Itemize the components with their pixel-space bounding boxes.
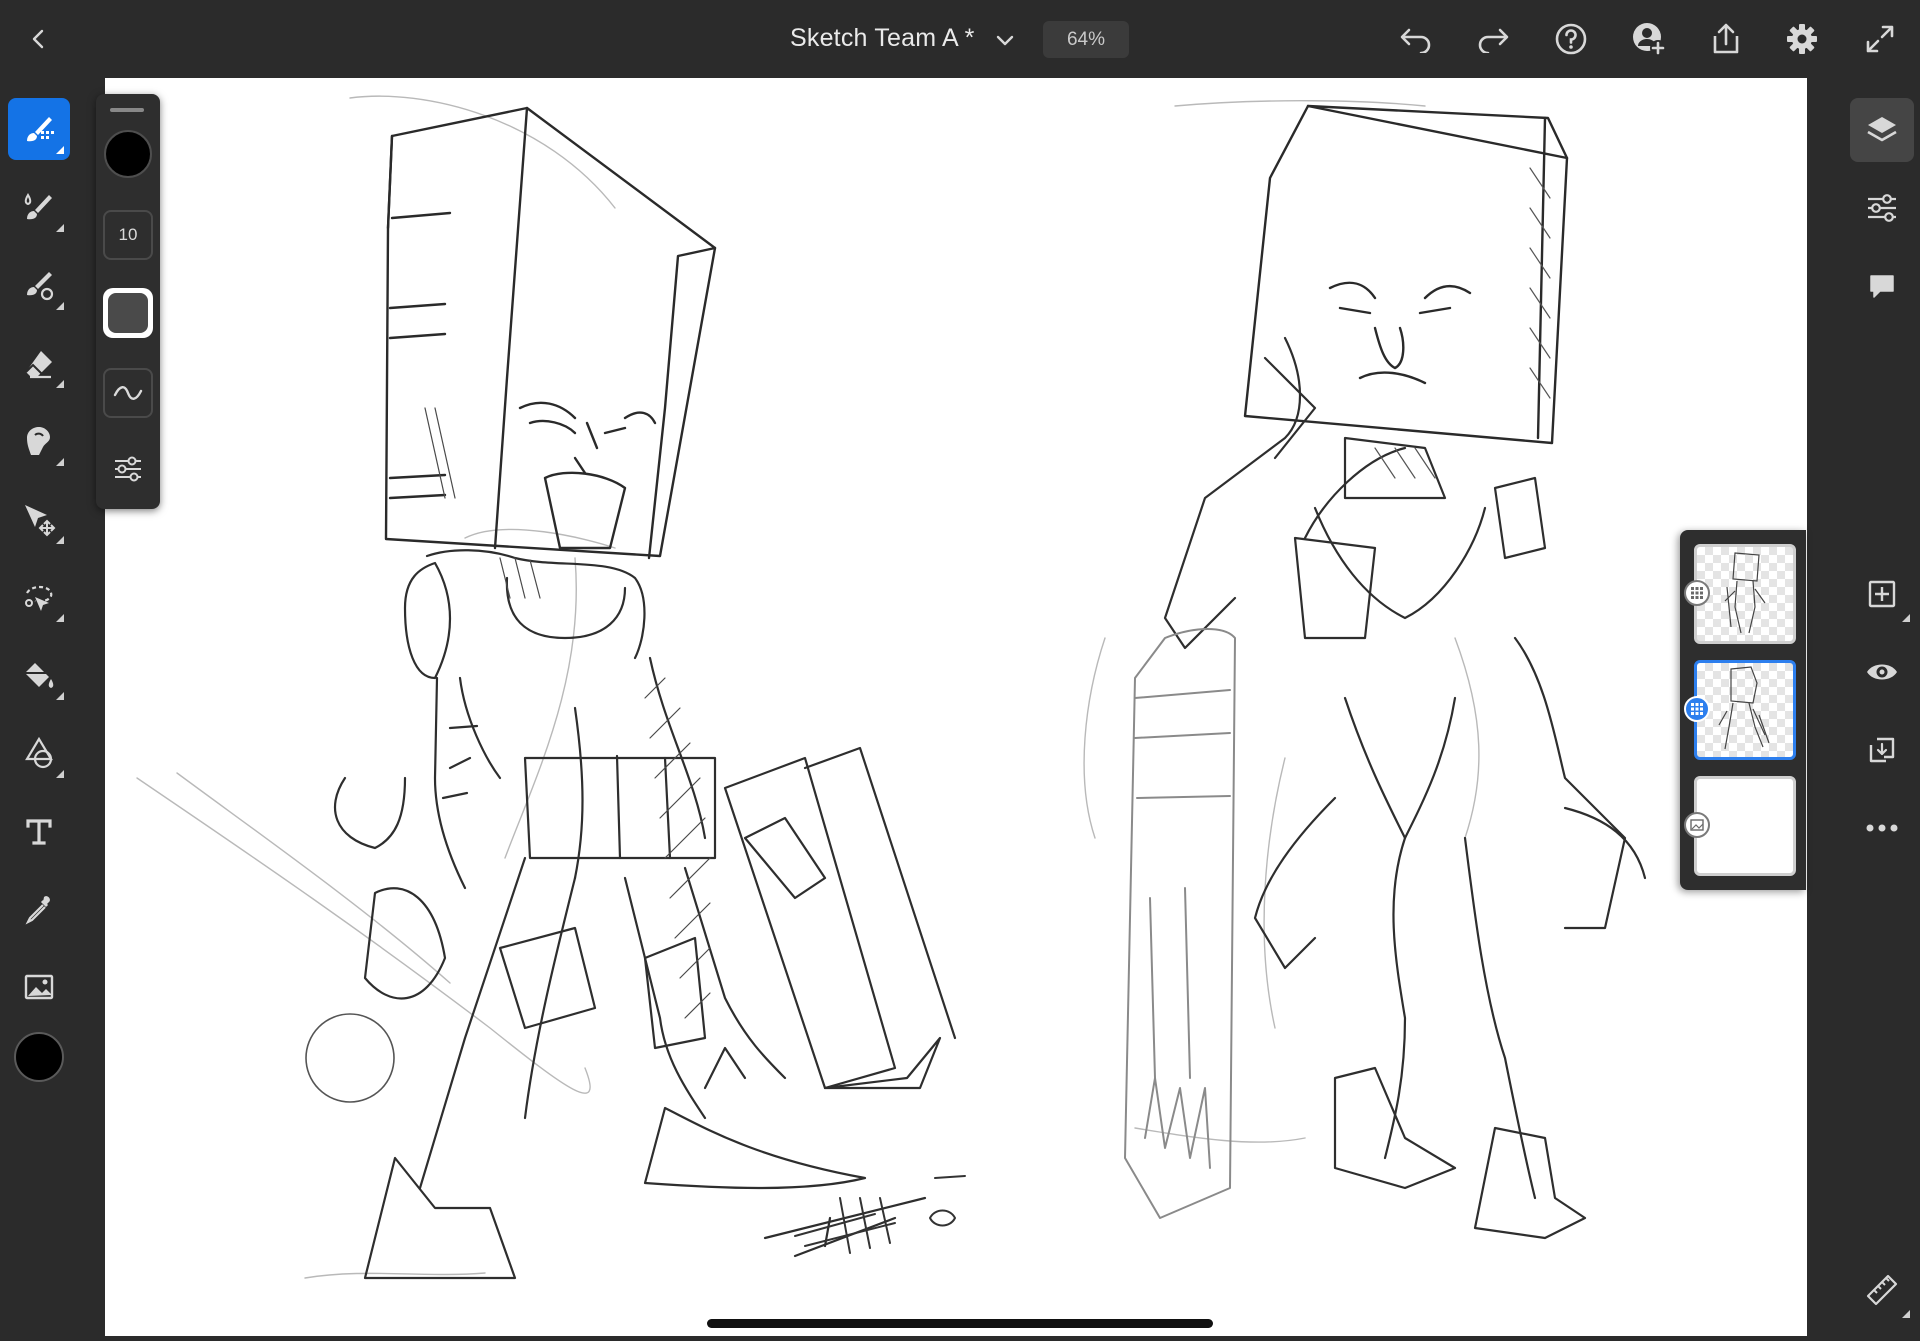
current-color-swatch[interactable] [14, 1032, 64, 1082]
text-icon [26, 819, 52, 845]
gear-icon [1787, 24, 1817, 54]
comments-button[interactable] [1850, 254, 1914, 318]
live-brush-icon [24, 193, 52, 220]
left-character-head [384, 106, 717, 560]
mixer-brush-icon [27, 272, 54, 301]
eye-icon [1867, 664, 1897, 680]
ruler-button[interactable] [1850, 1258, 1914, 1322]
fill-tool[interactable] [8, 644, 70, 706]
redo-icon [1478, 28, 1509, 53]
chevron-left-icon [32, 29, 44, 49]
eyedropper-icon [25, 896, 50, 925]
eraser-icon [25, 351, 52, 379]
place-image-tool[interactable] [8, 956, 70, 1018]
flow-preview [108, 293, 148, 333]
left-construction-lines [136, 95, 616, 1279]
mixer-brush-tool[interactable] [8, 254, 70, 316]
move-icon [25, 505, 56, 537]
redo-button[interactable] [1474, 20, 1512, 58]
pixel-layer-icon [1691, 587, 1703, 599]
fresco-app: Sketch Team A * 64% 10 [0, 0, 1920, 1341]
layer-2-type-badge [1684, 696, 1710, 722]
document-title[interactable]: Sketch Team A * [790, 24, 975, 53]
undo-button[interactable] [1397, 20, 1435, 58]
layers-panel [1680, 530, 1806, 890]
sliders-icon [1868, 194, 1896, 222]
comment-icon [1870, 275, 1894, 298]
reference-layer-icon [1869, 737, 1895, 763]
sketch-artwork [136, 95, 1647, 1280]
shapes-icon [25, 736, 53, 769]
image-icon [24, 974, 54, 1000]
brush-cursor [305, 1013, 395, 1103]
layers-icon [1867, 117, 1897, 142]
share-button[interactable] [1707, 20, 1745, 58]
sliders-icon [115, 456, 141, 482]
layer-1-type-badge [1684, 580, 1710, 606]
image-layer-icon [1690, 819, 1704, 831]
help-button[interactable] [1552, 20, 1590, 58]
top-bar: Sketch Team A * 64% [0, 0, 1920, 78]
layer-preview-character-right [1724, 552, 1766, 634]
smoothing-wave-icon [113, 386, 143, 400]
ruler-icon [1866, 1274, 1898, 1306]
brush-settings-button[interactable] [103, 444, 153, 494]
reference-layer-button[interactable] [1850, 718, 1914, 782]
home-indicator [707, 1319, 1213, 1328]
more-options-button[interactable] [1850, 796, 1914, 860]
live-brush-tool[interactable] [8, 176, 70, 238]
help-icon [1555, 23, 1587, 55]
add-layer-button[interactable] [1850, 562, 1914, 626]
shape-tool[interactable] [8, 722, 70, 784]
panel-grip-handle[interactable] [110, 108, 144, 112]
chevron-down-icon [996, 35, 1014, 46]
back-button[interactable] [22, 22, 56, 56]
right-hatching [1374, 167, 1551, 479]
drawing-canvas[interactable] [105, 78, 1807, 1336]
right-character-head [1243, 104, 1569, 445]
layer-3-type-badge [1684, 812, 1710, 838]
zoom-level[interactable]: 64% [1043, 21, 1129, 58]
pixel-brush-icon [27, 117, 54, 142]
selection-tool[interactable] [8, 566, 70, 628]
eyedropper-tool[interactable] [8, 878, 70, 940]
pixel-brush-tool[interactable] [8, 98, 70, 160]
brush-size-control[interactable]: 10 [103, 210, 153, 260]
brush-color-swatch[interactable] [104, 130, 152, 178]
left-toolbar [0, 78, 78, 1341]
smudge-icon [27, 427, 50, 455]
eraser-tool[interactable] [8, 332, 70, 394]
right-toolbar [1842, 78, 1920, 1341]
invite-user-icon [1633, 23, 1666, 56]
artist-signature [794, 1175, 966, 1254]
left-character-body [333, 549, 957, 1280]
right-character-body [1163, 336, 1647, 1240]
fullscreen-button[interactable] [1861, 20, 1899, 58]
right-construction-lines [1083, 100, 1480, 1143]
transform-tool[interactable] [8, 488, 70, 550]
layers-button[interactable] [1850, 98, 1914, 162]
settings-button[interactable] [1783, 20, 1821, 58]
expand-icon [1866, 25, 1894, 53]
paint-bucket-icon [25, 663, 54, 688]
share-icon [1713, 23, 1739, 54]
layer-preview-character-left [1718, 666, 1770, 750]
undo-icon [1400, 28, 1431, 53]
smudge-tool[interactable] [8, 410, 70, 472]
document-menu-button[interactable] [990, 26, 1020, 56]
brush-smoothing-control[interactable] [103, 368, 153, 418]
layer-properties-button[interactable] [1850, 176, 1914, 240]
pixel-layer-icon [1691, 703, 1703, 715]
lasso-icon [25, 585, 53, 611]
brush-settings-panel: 10 [96, 94, 160, 509]
text-tool[interactable] [8, 800, 70, 862]
layer-visibility-button[interactable] [1850, 640, 1914, 704]
brush-flow-control[interactable] [103, 288, 153, 338]
ellipsis-icon [1866, 824, 1898, 832]
add-layer-icon [1868, 580, 1896, 608]
invite-button[interactable] [1630, 20, 1668, 58]
